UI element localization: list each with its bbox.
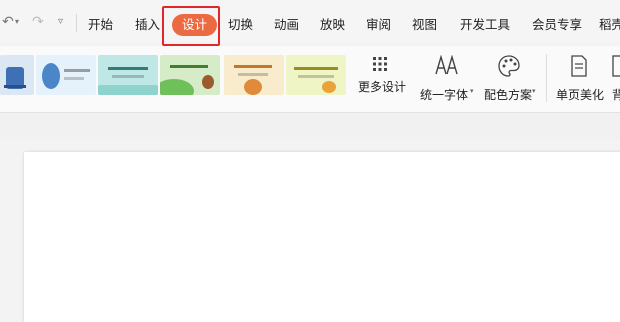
template-thumbnail[interactable]: [224, 55, 284, 95]
page-beautify-button[interactable]: 单页美化: [554, 52, 606, 110]
slide-canvas[interactable]: [24, 152, 620, 322]
tab-review[interactable]: 审阅: [366, 14, 391, 36]
grid-icon: [373, 57, 387, 71]
design-ribbon: 更多设计 统一字体 ▾ 配色方案 ▾ 单页美化 背: [0, 46, 620, 112]
tab-insert[interactable]: 插入: [135, 14, 160, 36]
editor-top-strip: [0, 113, 620, 139]
background-icon: [612, 55, 620, 77]
template-thumbnail[interactable]: [36, 55, 96, 95]
tab-home[interactable]: 开始: [88, 14, 113, 36]
menu-bar: ↶ ▾ ↷ ▿ 开始 插入 设计 切换 动画 放映 审阅 视图 开发工具 会员专…: [0, 0, 620, 42]
tab-docer[interactable]: 稻壳: [599, 14, 620, 36]
design-tab-highlight: [162, 6, 220, 46]
tab-transition[interactable]: 切换: [228, 14, 253, 36]
toolbar-divider: [76, 14, 77, 32]
template-thumbnail[interactable]: [160, 55, 220, 95]
undo-icon[interactable]: ↶: [2, 12, 14, 32]
template-thumbnail[interactable]: [0, 55, 34, 95]
quick-access-dropdown-icon[interactable]: ▿: [58, 12, 63, 32]
color-scheme-button[interactable]: 配色方案 ▾: [482, 52, 538, 110]
background-button[interactable]: 背: [606, 52, 620, 110]
ribbon-divider: [546, 54, 547, 102]
tab-developer-tools[interactable]: 开发工具: [460, 14, 510, 36]
tab-animation[interactable]: 动画: [274, 14, 299, 36]
color-scheme-label: 配色方案: [484, 88, 533, 102]
palette-icon: [498, 55, 520, 77]
more-design-label: 更多设计: [358, 80, 407, 94]
template-thumbnail[interactable]: [286, 55, 346, 95]
redo-icon[interactable]: ↷: [32, 12, 44, 32]
undo-dropdown-icon[interactable]: ▾: [15, 12, 19, 32]
unify-font-button[interactable]: 统一字体 ▾: [418, 52, 476, 110]
page-beautify-label: 单页美化: [556, 88, 605, 102]
page-icon: [571, 55, 587, 77]
tab-view[interactable]: 视图: [412, 14, 437, 36]
background-label: 背: [612, 88, 620, 102]
more-design-button[interactable]: 更多设计: [356, 52, 407, 108]
font-icon: [435, 55, 458, 75]
unify-font-label: 统一字体: [420, 88, 469, 102]
tab-member-exclusive[interactable]: 会员专享: [532, 14, 582, 36]
unify-font-dropdown-icon[interactable]: ▾: [470, 87, 474, 95]
color-scheme-dropdown-icon[interactable]: ▾: [532, 87, 536, 95]
template-thumbnail[interactable]: [98, 55, 158, 95]
tab-slideshow[interactable]: 放映: [320, 14, 345, 36]
